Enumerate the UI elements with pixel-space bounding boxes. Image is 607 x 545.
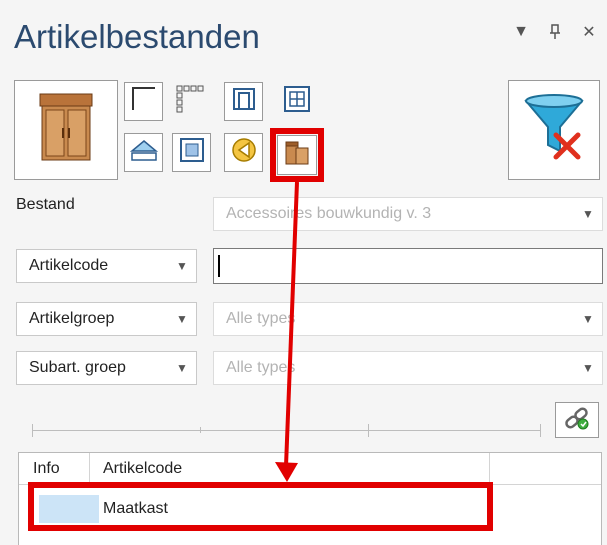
subart-groep-select[interactable]: Subart. groep ▼ — [16, 351, 197, 385]
corner-profile-button[interactable] — [124, 82, 163, 121]
panel-icon — [179, 137, 205, 168]
cabinet-button[interactable] — [14, 80, 118, 180]
bestand-select[interactable]: Accessoires bouwkundig v. 3 ▼ — [213, 197, 603, 231]
slider-tick — [200, 427, 201, 433]
column-separator — [489, 453, 490, 485]
pin-icon[interactable] — [547, 24, 563, 40]
slider-tick — [540, 424, 541, 437]
grid-header: Info Artikelcode — [19, 453, 601, 485]
text-caret — [218, 255, 220, 277]
chevron-down-icon: ▼ — [176, 312, 188, 326]
clear-filter-button[interactable] — [508, 80, 600, 180]
panel-button[interactable] — [172, 133, 211, 172]
bestand-label: Bestand — [16, 196, 75, 213]
slider-tick — [32, 424, 33, 437]
dotted-frame-button[interactable] — [170, 82, 209, 121]
dotted-frame-icon — [175, 84, 205, 119]
highlight-cabinet-set — [270, 128, 324, 182]
hinge-icon — [230, 136, 258, 169]
artikelbestanden-panel: Artikelbestanden ▼ ✕ Bestand Accessoires… — [0, 0, 607, 545]
chevron-down-icon: ▼ — [176, 259, 188, 273]
artikelgroep-types-value: Alle types — [226, 310, 296, 327]
column-header-artikelcode[interactable]: Artikelcode — [103, 453, 182, 485]
chevron-down-icon: ▼ — [176, 361, 188, 375]
hinge-button[interactable] — [224, 133, 263, 172]
artikelgroep-select[interactable]: Artikelgroep ▼ — [16, 302, 197, 336]
grid-panel-button[interactable] — [277, 82, 316, 121]
artikelcode-input[interactable] — [213, 248, 603, 284]
artikelcode-select-value: Artikelcode — [29, 257, 109, 274]
corner-profile-icon — [131, 86, 157, 117]
subart-types-value: Alle types — [226, 359, 296, 376]
chevron-down-icon: ▼ — [582, 361, 594, 375]
hatch-button[interactable] — [124, 133, 163, 172]
chain-link-icon — [563, 404, 591, 437]
bestand-value: Accessoires bouwkundig v. 3 — [226, 205, 432, 222]
slider-track[interactable] — [32, 430, 540, 431]
subart-types-select[interactable]: Alle types ▼ — [213, 351, 603, 385]
artikelcode-select[interactable]: Artikelcode ▼ — [16, 249, 197, 283]
close-icon[interactable]: ✕ — [581, 22, 597, 42]
cabinet-icon — [38, 92, 94, 169]
window-controls: ▼ ✕ — [513, 22, 597, 42]
grid-panel-icon — [283, 85, 311, 118]
door-frame-icon — [231, 86, 257, 117]
highlight-row — [28, 482, 493, 531]
door-frame-button[interactable] — [224, 82, 263, 121]
slider-thumb[interactable] — [368, 424, 369, 437]
artikelgroep-types-select[interactable]: Alle types ▼ — [213, 302, 603, 336]
chevron-down-icon: ▼ — [582, 207, 594, 221]
hatch-icon — [129, 137, 159, 168]
column-separator — [89, 453, 90, 485]
panel-title: Artikelbestanden — [14, 18, 260, 55]
chevron-down-icon: ▼ — [582, 312, 594, 326]
dropdown-icon[interactable]: ▼ — [513, 23, 529, 41]
column-header-info[interactable]: Info — [33, 453, 60, 485]
artikelgroep-select-value: Artikelgroep — [29, 310, 115, 327]
subart-groep-select-value: Subart. groep — [29, 359, 126, 376]
filter-clear-icon — [522, 93, 586, 168]
link-button[interactable] — [555, 402, 599, 438]
